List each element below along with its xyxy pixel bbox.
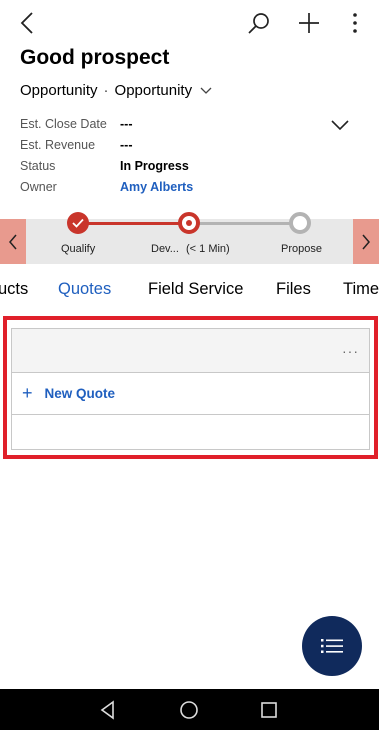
system-back-button[interactable] [97, 699, 119, 721]
stage-propose-label: Propose [281, 243, 322, 255]
tab-strip: ucts Quotes Field Service Files Time [0, 280, 379, 302]
list-menu-fab[interactable] [302, 616, 362, 676]
field-est-revenue: Est. Revenue --- [20, 134, 193, 155]
tab-products[interactable]: ucts [0, 280, 28, 299]
stage-propose-marker[interactable] [289, 212, 311, 234]
system-navigation-bar [0, 689, 379, 730]
chevron-down-icon [200, 87, 212, 94]
triangle-back-icon [100, 700, 114, 720]
tab-files[interactable]: Files [276, 280, 311, 299]
stage-qualify-label: Qualify [61, 243, 96, 255]
vertical-ellipsis-icon [353, 13, 357, 33]
circle-home-icon [180, 701, 198, 719]
search-icon [248, 13, 269, 34]
add-button[interactable] [296, 10, 322, 36]
quotes-subgrid: ··· + New Quote [11, 328, 370, 450]
system-home-button[interactable] [178, 699, 200, 721]
quotes-section-highlight: ··· + New Quote [3, 316, 378, 459]
field-label: Est. Close Date [20, 116, 107, 131]
owner-link[interactable]: Amy Alberts [120, 180, 193, 194]
plus-icon: + [22, 383, 33, 403]
subgrid-header: ··· [12, 329, 369, 373]
field-status: Status In Progress [20, 155, 193, 176]
plus-icon [299, 13, 319, 33]
field-label: Est. Revenue [20, 137, 96, 152]
entity-type-label: Opportunity [20, 82, 98, 99]
list-icon [321, 639, 343, 653]
chevron-right-icon [362, 234, 370, 249]
field-owner: Owner Amy Alberts [20, 176, 193, 197]
stage-qualify-marker[interactable] [67, 212, 89, 234]
stage-develop-marker[interactable] [178, 212, 200, 234]
field-label: Owner [20, 179, 57, 194]
field-value: In Progress [120, 158, 189, 173]
field-value: --- [120, 116, 133, 131]
business-process-flow: Qualify Dev... (< 1 Min) Propose [0, 212, 379, 264]
expand-header-button[interactable] [330, 118, 352, 136]
form-selector[interactable]: Opportunity · Opportunity [20, 82, 212, 99]
stage-develop-duration: (< 1 Min) [186, 243, 230, 255]
field-label: Status [20, 158, 56, 173]
process-remaining-line [190, 222, 300, 225]
chevron-left-icon [9, 234, 17, 249]
process-prev-button[interactable] [0, 219, 26, 264]
field-value: --- [120, 137, 133, 152]
subgrid-more-button[interactable]: ··· [342, 343, 359, 359]
search-button[interactable] [246, 10, 272, 36]
back-button[interactable] [14, 10, 40, 36]
square-recents-icon [261, 702, 277, 718]
stage-develop-label: Dev... [151, 243, 179, 255]
process-next-button[interactable] [353, 219, 379, 264]
header-fields: Est. Close Date --- Est. Revenue --- Sta… [20, 113, 193, 197]
more-options-button[interactable] [342, 10, 368, 36]
top-app-bar [0, 0, 379, 44]
form-name-label: Opportunity [114, 82, 193, 99]
process-progress-line [78, 222, 190, 225]
record-title: Good prospect [20, 46, 170, 69]
system-recents-button[interactable] [258, 699, 280, 721]
field-est-close-date: Est. Close Date --- [20, 113, 193, 134]
new-quote-button[interactable]: + New Quote [12, 373, 369, 415]
tab-quotes[interactable]: Quotes [58, 280, 111, 299]
tab-field-service[interactable]: Field Service [148, 280, 243, 299]
new-quote-label: New Quote [44, 386, 116, 401]
checkmark-icon [72, 218, 84, 228]
back-arrow-icon [20, 12, 33, 34]
tab-time[interactable]: Time [343, 280, 379, 299]
chevron-down-icon [331, 120, 349, 131]
separator-dot: · [103, 82, 109, 99]
